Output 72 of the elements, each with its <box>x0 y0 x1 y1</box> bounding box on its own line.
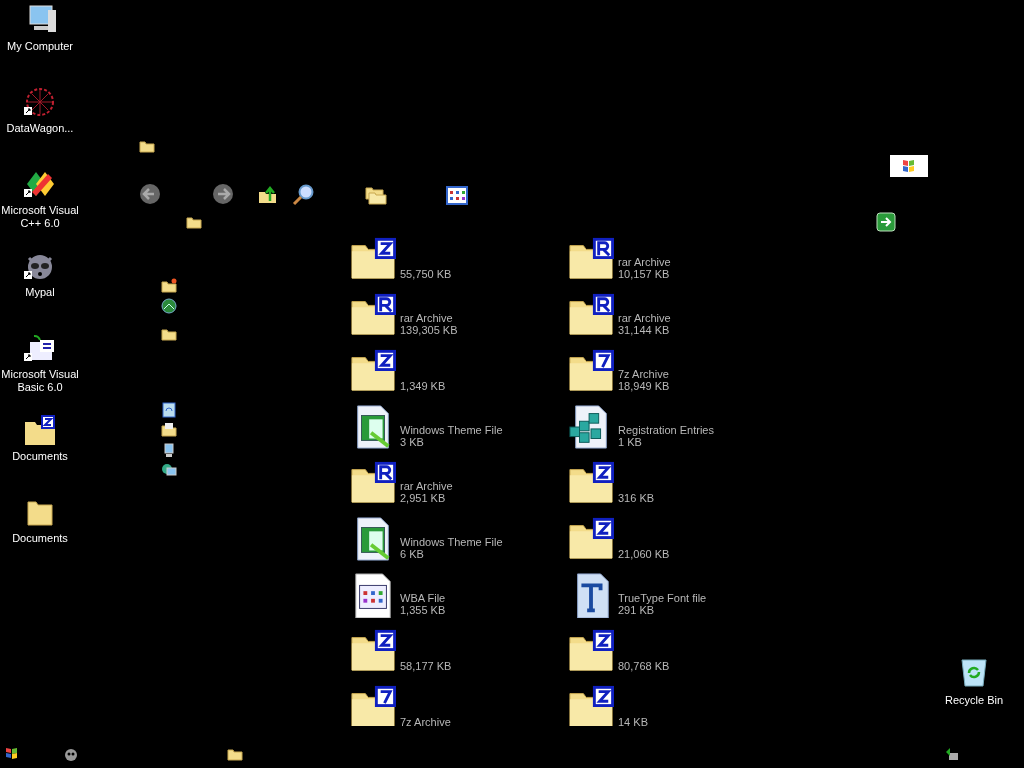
file-size: 31,144 KB <box>618 324 671 336</box>
desktop-icon-label[interactable]: My Computer <box>1 40 79 53</box>
folders-icon[interactable] <box>365 184 387 206</box>
folder-icon[interactable] <box>139 138 155 154</box>
file-size: 21,060 KB <box>618 548 670 560</box>
application-icon[interactable] <box>24 332 56 364</box>
file-size: 55,750 KB <box>400 268 452 280</box>
folder-icon[interactable] <box>186 214 202 230</box>
desktop-icon-label[interactable]: Microsoft Visual Basic 6.0 <box>1 368 79 394</box>
desktop-icon-label[interactable]: Mypal <box>1 286 79 299</box>
file-type: rar Archive <box>618 256 671 268</box>
file-size: 1,355 KB <box>400 604 446 616</box>
folder-icon[interactable] <box>161 278 177 294</box>
file-type: rar Archive <box>400 480 453 492</box>
desktop-icon-label[interactable]: Microsoft Visual C++ 6.0 <box>1 204 79 230</box>
file-type: rar Archive <box>400 312 454 324</box>
file-type: Windows Theme File <box>400 536 503 548</box>
zipped-folder-icon[interactable] <box>24 414 56 446</box>
network-icon[interactable] <box>161 463 177 479</box>
file-size: 139,305 KB <box>400 324 458 336</box>
file-size: 1 KB <box>618 436 643 448</box>
file-size: 18,949 KB <box>618 380 670 392</box>
windows-logo-icon[interactable] <box>890 155 928 177</box>
file-size: 10,157 KB <box>618 268 671 280</box>
zipped-folder-icon[interactable] <box>350 628 396 674</box>
zipped-folder-icon[interactable] <box>350 236 396 282</box>
zipped-folder-icon[interactable] <box>568 516 614 562</box>
archive-folder-icon[interactable] <box>568 348 614 394</box>
desktop-icon-label[interactable]: DataWagon... <box>1 122 79 135</box>
folder-icon[interactable] <box>161 422 177 438</box>
desktop-icon-label[interactable]: Documents <box>1 532 79 545</box>
zipped-folder-icon[interactable] <box>568 684 614 726</box>
folder-icon[interactable] <box>161 326 177 342</box>
desktop-icon-label[interactable]: Documents <box>1 450 79 463</box>
recycle-bin-icon[interactable] <box>958 656 990 688</box>
file-type: WBA File <box>400 592 446 604</box>
archive-folder-icon[interactable] <box>568 292 614 338</box>
archive-folder-icon[interactable] <box>350 460 396 506</box>
file-type: 7z Archive <box>618 368 670 380</box>
file-type: Registration Entries <box>618 424 714 436</box>
file-size: 2,951 KB <box>400 492 447 504</box>
file-size: 291 KB <box>618 604 656 616</box>
forward-icon[interactable] <box>212 183 234 205</box>
zipped-folder-icon[interactable] <box>568 628 614 674</box>
desktop-icon-label[interactable]: Recycle Bin <box>934 694 1014 707</box>
archive-folder-icon[interactable] <box>350 292 396 338</box>
file-size: 6 KB <box>400 548 425 560</box>
application-icon[interactable] <box>24 86 56 118</box>
start-flag-icon[interactable] <box>5 746 19 760</box>
file-size: 316 KB <box>618 492 655 504</box>
archive-folder-icon[interactable] <box>568 236 614 282</box>
search-icon[interactable] <box>292 184 314 206</box>
zipped-folder-icon[interactable] <box>568 460 614 506</box>
file-size: 80,768 KB <box>618 660 670 672</box>
file-type: Windows Theme File <box>400 424 503 436</box>
folder-up-icon[interactable] <box>258 184 278 204</box>
folder-icon[interactable] <box>227 746 243 762</box>
file-type: rar Archive <box>618 312 671 324</box>
zipped-folder-icon[interactable] <box>350 348 396 394</box>
document-icon[interactable] <box>161 402 177 418</box>
archive-folder-icon[interactable] <box>350 684 396 726</box>
file-size: 14 KB <box>618 716 648 726</box>
file-type: 7z Archive <box>400 716 451 726</box>
computer-icon[interactable] <box>161 443 177 459</box>
back-icon[interactable] <box>139 183 161 205</box>
file-type: TrueType Font file <box>618 592 707 604</box>
globe-icon[interactable] <box>161 298 177 314</box>
file-size: 3 KB <box>400 436 425 448</box>
file-size: 1,349 KB <box>400 380 446 392</box>
views-icon[interactable] <box>446 185 468 207</box>
file-size: 58,177 KB <box>400 660 452 672</box>
tray-icon[interactable] <box>945 747 959 761</box>
